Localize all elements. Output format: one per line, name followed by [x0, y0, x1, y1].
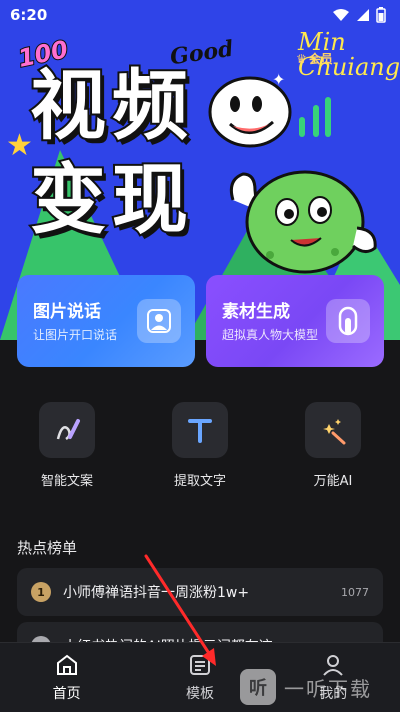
sparkle-bars-icon	[299, 97, 331, 137]
material-generate-card[interactable]: 素材生成 超拟真人物大模型	[206, 275, 384, 367]
signal-icon	[357, 9, 369, 21]
pointer-arrow-icon	[144, 554, 216, 666]
magic-wand-icon	[305, 402, 361, 458]
nav-home[interactable]: 首页	[0, 643, 133, 712]
home-icon	[56, 654, 77, 675]
person-model-icon	[326, 299, 370, 343]
status-time: 6:20	[10, 6, 48, 24]
smiley-mascot-icon	[208, 76, 292, 148]
watermark-badge: 听	[240, 669, 276, 705]
text-t-icon	[172, 402, 228, 458]
green-mascot-icon	[229, 170, 377, 274]
tool-extract-text[interactable]: 提取文字	[155, 402, 245, 489]
tools-row: 智能文案 提取文字 万能AI	[0, 402, 400, 492]
tool-universal-ai[interactable]: 万能AI	[288, 402, 378, 489]
rank-badge: 1	[31, 582, 51, 602]
nav-label: 首页	[52, 685, 81, 702]
tool-label: 提取文字	[173, 474, 226, 489]
banner-title-line2: 变现	[28, 155, 194, 244]
status-icons	[332, 7, 386, 23]
tool-label: 智能文案	[40, 474, 93, 489]
photo-talk-card[interactable]: 图片说话 让图片开口说话	[17, 275, 195, 367]
vip-tag: ♛ 会员	[296, 50, 333, 67]
wifi-icon	[333, 9, 349, 21]
tool-label: 万能AI	[313, 474, 353, 489]
crown-icon: ♛	[296, 51, 307, 66]
pen-icon	[39, 402, 95, 458]
vip-tag-label: 会员	[308, 52, 333, 66]
battery-icon	[376, 7, 386, 23]
nav-label: 模板	[185, 685, 214, 702]
status-bar: 6:20	[0, 0, 400, 30]
watermark: 听 一听下载	[240, 662, 400, 712]
portrait-icon	[137, 299, 181, 343]
star-icon: ★	[6, 128, 33, 163]
hot-item-count: 1077	[341, 585, 369, 599]
watermark-text: 一听下载	[284, 676, 372, 701]
tool-smart-copy[interactable]: 智能文案	[22, 402, 112, 489]
hot-list-title: 热点榜单	[17, 539, 78, 557]
banner-title-line1: 视频	[28, 61, 194, 150]
